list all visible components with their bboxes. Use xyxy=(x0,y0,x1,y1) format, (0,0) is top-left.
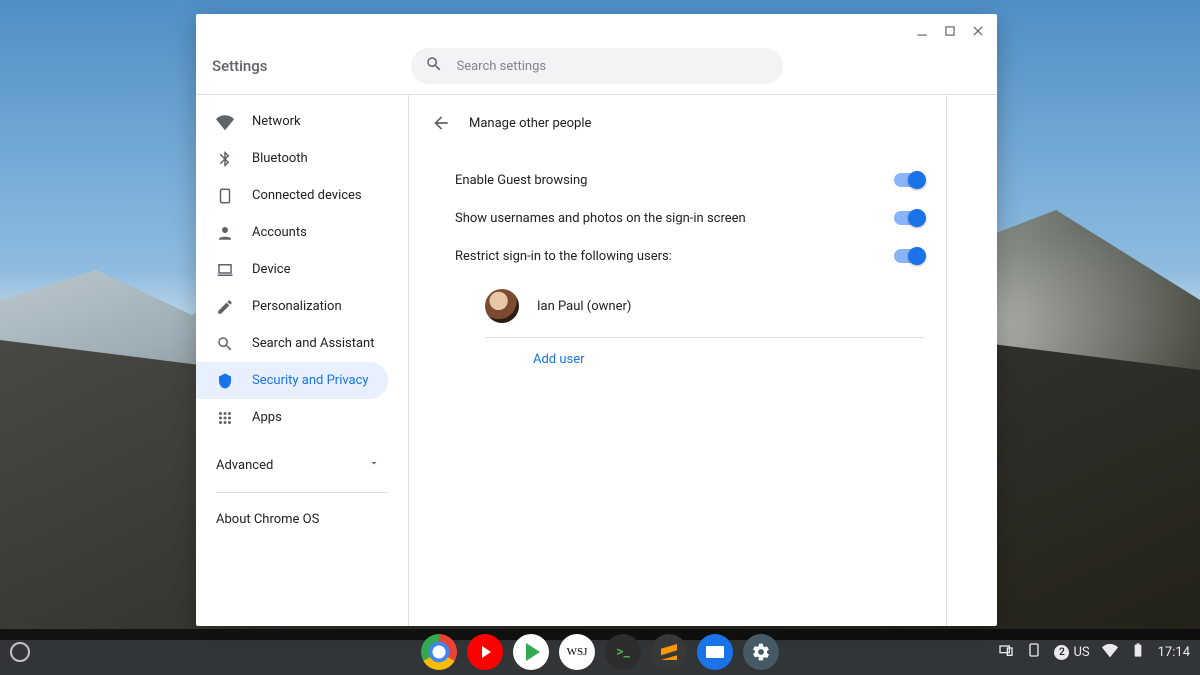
toggle-show-usernames[interactable] xyxy=(894,211,924,225)
sidebar-about[interactable]: About Chrome OS xyxy=(196,499,408,539)
account-icon xyxy=(216,224,234,242)
sidebar-item-security-privacy[interactable]: Security and Privacy xyxy=(196,362,388,399)
sidebar-item-label: Accounts xyxy=(252,225,307,240)
sidebar-item-device[interactable]: Device xyxy=(196,251,388,288)
battery-status-icon xyxy=(1130,642,1146,662)
sidebar-item-label: Bluetooth xyxy=(252,151,308,166)
sidebar-item-bluetooth[interactable]: Bluetooth xyxy=(196,140,388,177)
setting-label: Enable Guest browsing xyxy=(455,173,587,188)
add-user-row: Add user xyxy=(455,338,924,381)
back-button[interactable] xyxy=(427,109,455,137)
window-maximize-button[interactable] xyxy=(943,24,957,38)
devices-icon xyxy=(216,187,234,205)
window-minimize-button[interactable] xyxy=(915,24,929,38)
system-tray[interactable]: 2 US 17:14 xyxy=(998,642,1190,662)
sidebar: Network Bluetooth Connected devices Acco… xyxy=(196,95,409,626)
ime-indicator: US xyxy=(1073,645,1089,660)
wifi-status-icon xyxy=(1102,642,1118,662)
wifi-icon xyxy=(216,113,234,131)
avatar xyxy=(485,289,519,323)
settings-header: Settings xyxy=(196,48,997,94)
window-titlebar xyxy=(196,14,997,48)
search-icon xyxy=(425,55,443,77)
search-icon xyxy=(216,335,234,353)
add-user-button[interactable]: Add user xyxy=(533,352,585,367)
pen-icon xyxy=(216,298,234,316)
laptop-icon xyxy=(216,261,234,279)
user-name: Ian Paul (owner) xyxy=(537,299,631,314)
sidebar-item-label: Network xyxy=(252,114,301,129)
shelf-app-files[interactable] xyxy=(697,634,733,670)
shelf-app-wsj[interactable]: WSJ xyxy=(559,634,595,670)
clock: 17:14 xyxy=(1158,645,1190,660)
sidebar-item-label: Device xyxy=(252,262,291,277)
sidebar-divider xyxy=(216,492,388,493)
shelf-app-terminal[interactable] xyxy=(605,634,641,670)
sidebar-item-connected-devices[interactable]: Connected devices xyxy=(196,177,388,214)
window-close-button[interactable] xyxy=(971,24,985,38)
search-input[interactable] xyxy=(457,59,769,74)
setting-row-restrict-signin: Restrict sign-in to the following users: xyxy=(455,237,924,275)
toggle-restrict-signin[interactable] xyxy=(894,249,924,263)
sidebar-item-apps[interactable]: Apps xyxy=(196,399,388,436)
sidebar-item-label: Personalization xyxy=(252,299,342,314)
setting-label: Show usernames and photos on the sign-in… xyxy=(455,211,746,226)
sidebar-advanced-toggle[interactable]: Advanced xyxy=(196,444,408,486)
shelf: WSJ 2 US 17:14 xyxy=(0,629,1200,675)
sidebar-item-personalization[interactable]: Personalization xyxy=(196,288,388,325)
settings-window: Settings Network Bluetooth Connected dev… xyxy=(196,14,997,626)
sidebar-item-label: Apps xyxy=(252,410,282,425)
setting-label: Restrict sign-in to the following users: xyxy=(455,249,672,264)
bluetooth-icon xyxy=(216,150,234,168)
shield-icon xyxy=(216,372,234,390)
shelf-app-chrome[interactable] xyxy=(421,634,457,670)
shelf-app-sublime[interactable] xyxy=(651,634,687,670)
shelf-app-play[interactable] xyxy=(513,634,549,670)
shelf-apps: WSJ xyxy=(421,634,779,670)
setting-row-show-usernames: Show usernames and photos on the sign-in… xyxy=(455,199,924,237)
about-label: About Chrome OS xyxy=(216,512,319,527)
shelf-app-settings[interactable] xyxy=(743,634,779,670)
setting-row-guest-browsing: Enable Guest browsing xyxy=(455,161,924,199)
phone-hub-icon[interactable] xyxy=(998,642,1014,662)
sidebar-item-search-assistant[interactable]: Search and Assistant xyxy=(196,325,388,362)
sidebar-item-label: Search and Assistant xyxy=(252,336,375,351)
notification-badge[interactable]: 2 US xyxy=(1054,645,1089,660)
sidebar-item-accounts[interactable]: Accounts xyxy=(196,214,388,251)
search-box[interactable] xyxy=(411,48,783,84)
sidebar-item-network[interactable]: Network xyxy=(196,103,388,140)
arrow-back-icon xyxy=(431,113,451,133)
shelf-app-youtube[interactable] xyxy=(467,634,503,670)
notif-count: 2 xyxy=(1054,645,1069,660)
launcher-button[interactable] xyxy=(10,642,30,662)
apps-icon xyxy=(216,409,234,427)
user-list-item: Ian Paul (owner) xyxy=(455,275,924,337)
page-title: Manage other people xyxy=(469,116,591,131)
toggle-guest-browsing[interactable] xyxy=(894,173,924,187)
app-title: Settings xyxy=(212,57,268,75)
tablet-icon[interactable] xyxy=(1026,642,1042,662)
content-pane: Manage other people Enable Guest browsin… xyxy=(409,95,947,626)
sidebar-item-label: Connected devices xyxy=(252,188,362,203)
chevron-down-icon xyxy=(368,457,380,473)
advanced-label: Advanced xyxy=(216,458,273,473)
sidebar-item-label: Security and Privacy xyxy=(252,373,369,388)
